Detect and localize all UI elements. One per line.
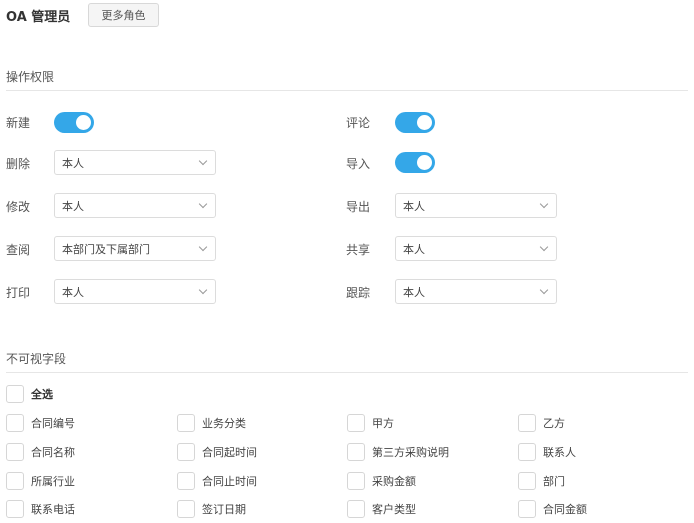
chevron-down-icon — [539, 285, 549, 295]
perm-label-view: 查阅 — [6, 243, 31, 257]
perm-label-comment: 评论 — [346, 116, 371, 130]
checkbox-box[interactable] — [6, 414, 24, 432]
checkbox-box[interactable] — [347, 443, 365, 461]
export-scope-select[interactable]: 本人 — [395, 193, 557, 218]
perm-label-export: 导出 — [346, 200, 371, 214]
checkbox-box[interactable] — [6, 472, 24, 490]
more-roles-button[interactable]: 更多角色 — [88, 3, 159, 27]
share-scope-value: 本人 — [403, 242, 425, 256]
perm-label-import: 导入 — [346, 157, 371, 171]
create-toggle[interactable] — [54, 112, 94, 133]
field-label: 乙方 — [543, 417, 565, 430]
perm-label-delete: 删除 — [6, 157, 31, 171]
field-label: 部门 — [543, 475, 565, 488]
field-checkbox-purchase-amount[interactable]: 采购金额 — [347, 471, 416, 491]
field-label: 第三方采购说明 — [372, 446, 449, 459]
permissions-divider — [6, 90, 688, 91]
checkbox-box[interactable] — [347, 500, 365, 518]
checkbox-box[interactable] — [6, 385, 24, 403]
track-scope-value: 本人 — [403, 285, 425, 299]
checkbox-box[interactable] — [347, 414, 365, 432]
field-checkbox-contract-name[interactable]: 合同名称 — [6, 442, 75, 462]
chevron-down-icon — [539, 242, 549, 252]
perm-label-share: 共享 — [346, 243, 371, 257]
comment-toggle[interactable] — [395, 112, 435, 133]
track-scope-select[interactable]: 本人 — [395, 279, 557, 304]
field-label: 所属行业 — [31, 475, 75, 488]
perm-label-edit: 修改 — [6, 200, 31, 214]
field-label: 合同起时间 — [202, 446, 257, 459]
toggle-knob — [417, 115, 432, 130]
view-scope-select[interactable]: 本部门及下属部门 — [54, 236, 216, 261]
import-toggle[interactable] — [395, 152, 435, 173]
delete-scope-select[interactable]: 本人 — [54, 150, 216, 175]
field-checkbox-industry[interactable]: 所属行业 — [6, 471, 75, 491]
delete-scope-value: 本人 — [62, 156, 84, 170]
select-all-checkbox[interactable]: 全选 — [6, 384, 53, 404]
field-checkbox-contact[interactable]: 联系人 — [518, 442, 576, 462]
field-checkbox-contract-end[interactable]: 合同止时间 — [177, 471, 257, 491]
checkbox-box[interactable] — [177, 414, 195, 432]
field-label: 合同编号 — [31, 417, 75, 430]
edit-scope-value: 本人 — [62, 199, 84, 213]
role-title: OA 管理员 — [6, 9, 71, 25]
share-scope-select[interactable]: 本人 — [395, 236, 557, 261]
checkbox-box[interactable] — [518, 443, 536, 461]
perm-label-create: 新建 — [6, 116, 31, 130]
toggle-knob — [76, 115, 91, 130]
chevron-down-icon — [198, 156, 208, 166]
field-label: 合同止时间 — [202, 475, 257, 488]
export-scope-value: 本人 — [403, 199, 425, 213]
field-checkbox-department[interactable]: 部门 — [518, 471, 565, 491]
perm-label-print: 打印 — [6, 286, 31, 300]
field-checkbox-business-category[interactable]: 业务分类 — [177, 413, 246, 433]
checkbox-box[interactable] — [6, 500, 24, 518]
field-checkbox-contract-start[interactable]: 合同起时间 — [177, 442, 257, 462]
field-checkbox-party-b[interactable]: 乙方 — [518, 413, 565, 433]
field-label: 业务分类 — [202, 417, 246, 430]
checkbox-box[interactable] — [518, 500, 536, 518]
field-checkbox-contract-amount[interactable]: 合同金额 — [518, 499, 587, 519]
field-label: 客户类型 — [372, 503, 416, 516]
field-label: 采购金额 — [372, 475, 416, 488]
perm-label-track: 跟踪 — [346, 286, 371, 300]
field-label: 甲方 — [372, 417, 394, 430]
fields-divider — [6, 372, 688, 373]
checkbox-box[interactable] — [347, 472, 365, 490]
chevron-down-icon — [198, 285, 208, 295]
checkbox-box[interactable] — [6, 443, 24, 461]
field-checkbox-party-a[interactable]: 甲方 — [347, 413, 394, 433]
field-label: 签订日期 — [202, 503, 246, 516]
field-label: 合同金额 — [543, 503, 587, 516]
print-scope-select[interactable]: 本人 — [54, 279, 216, 304]
toggle-knob — [417, 155, 432, 170]
edit-scope-select[interactable]: 本人 — [54, 193, 216, 218]
select-all-label: 全选 — [31, 388, 53, 401]
chevron-down-icon — [539, 199, 549, 209]
checkbox-box[interactable] — [177, 500, 195, 518]
checkbox-box[interactable] — [518, 472, 536, 490]
field-checkbox-sign-date[interactable]: 签订日期 — [177, 499, 246, 519]
field-checkbox-contract-no[interactable]: 合同编号 — [6, 413, 75, 433]
checkbox-box[interactable] — [177, 472, 195, 490]
chevron-down-icon — [198, 199, 208, 209]
field-label: 合同名称 — [31, 446, 75, 459]
page-header: OA 管理员 — [6, 4, 70, 26]
print-scope-value: 本人 — [62, 285, 84, 299]
field-checkbox-customer-type[interactable]: 客户类型 — [347, 499, 416, 519]
checkbox-box[interactable] — [177, 443, 195, 461]
field-checkbox-phone[interactable]: 联系电话 — [6, 499, 75, 519]
chevron-down-icon — [198, 242, 208, 252]
field-label: 联系电话 — [31, 503, 75, 516]
field-checkbox-third-party-purchase[interactable]: 第三方采购说明 — [347, 442, 449, 462]
fields-section-title: 不可视字段 — [6, 352, 67, 366]
checkbox-box[interactable] — [518, 414, 536, 432]
permissions-section-title: 操作权限 — [6, 70, 55, 84]
view-scope-value: 本部门及下属部门 — [62, 242, 150, 256]
field-label: 联系人 — [543, 446, 576, 459]
